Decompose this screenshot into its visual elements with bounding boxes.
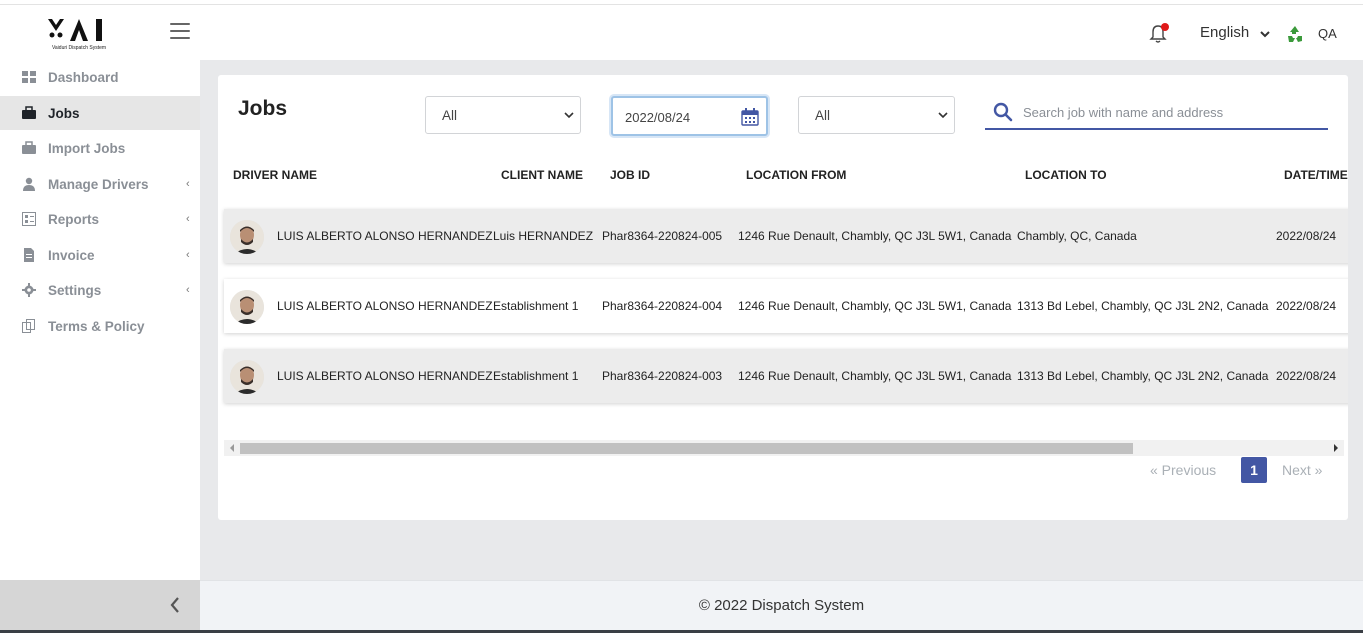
top-header: Vaiduri Dispatch System English QA (0, 5, 1363, 60)
location-from: 1246 Rue Denault, Chambly, QC J3L 5W1, C… (738, 229, 1012, 243)
driver-name: LUIS ALBERTO ALONSO HERNANDEZ (277, 369, 493, 383)
sidebar-item-jobs[interactable]: Jobs (0, 96, 200, 130)
hamburger-menu-icon[interactable] (170, 23, 190, 41)
job-id: Phar8364-220824-005 (602, 229, 723, 243)
column-header-client-name[interactable]: CLIENT NAME (501, 168, 583, 182)
grid-icon (22, 71, 36, 83)
jobs-card: Jobs All 2022/08/24 All Search job with … (218, 75, 1348, 520)
driver-photo-icon (230, 360, 264, 394)
sidebar-item-label: Terms & Policy (48, 318, 145, 334)
sidebar-item-import-jobs[interactable]: Import Jobs (0, 131, 200, 165)
user-name[interactable]: QA (1318, 26, 1337, 41)
sidebar-collapse-bar[interactable] (0, 580, 200, 630)
column-header-driver-name[interactable]: DRIVER NAME (233, 168, 317, 182)
driver-photo-icon (230, 290, 264, 324)
copy-icon (22, 319, 35, 333)
sidebar-item-label: Reports (48, 211, 100, 227)
chevron-left-icon: ‹ (186, 178, 190, 190)
footer: © 2022 Dispatch System (200, 580, 1363, 630)
chevron-down-icon (938, 112, 948, 119)
sidebar-item-reports[interactable]: Reports ‹ (0, 202, 200, 236)
select-value: All (815, 108, 831, 123)
pagination-page-1[interactable]: 1 (1241, 457, 1267, 483)
job-id: Phar8364-220824-004 (602, 299, 723, 313)
table-row[interactable]: LUIS ALBERTO ALONSO HERNANDEZ Establishm… (224, 279, 1348, 333)
driver-avatar (230, 360, 264, 394)
chevron-left-icon[interactable] (168, 595, 182, 615)
briefcase-icon (22, 141, 36, 154)
date-time: 2022/08/24 (1276, 369, 1337, 383)
chevron-left-icon: ‹ (186, 213, 190, 225)
column-header-location-to[interactable]: LOCATION TO (1025, 168, 1107, 182)
date-time: 2022/08/24 (1276, 299, 1337, 313)
scroll-right-icon[interactable] (1332, 443, 1340, 453)
language-selector[interactable]: English (1200, 24, 1249, 41)
client-name: Establishment 1 (493, 299, 579, 313)
sidebar: Dashboard Jobs Import Jobs Manage Driver… (0, 60, 200, 580)
driver-name: LUIS ALBERTO ALONSO HERNANDEZ (277, 299, 493, 313)
logo-mark-icon (48, 19, 102, 41)
sidebar-item-label: Import Jobs (48, 140, 126, 156)
table-row[interactable]: LUIS ALBERTO ALONSO HERNANDEZ Establishm… (224, 349, 1348, 403)
location-from: 1246 Rue Denault, Chambly, QC J3L 5W1, C… (738, 299, 1012, 313)
driver-avatar (230, 290, 264, 324)
notification-dot (1161, 23, 1169, 31)
chevron-down-icon[interactable] (1259, 29, 1271, 39)
job-id: Phar8364-220824-003 (602, 369, 723, 383)
client-name: Establishment 1 (493, 369, 579, 383)
scrollbar-thumb[interactable] (240, 443, 1133, 454)
status-filter-select[interactable]: All (425, 96, 581, 134)
date-value: 2022/08/24 (625, 110, 691, 125)
briefcase-icon (22, 106, 36, 119)
column-header-location-from[interactable]: LOCATION FROM (746, 168, 846, 182)
driver-avatar (230, 220, 264, 254)
footer-copyright: © 2022 Dispatch System (698, 597, 865, 614)
chevron-left-icon: ‹ (186, 249, 190, 261)
driver-photo-icon (230, 220, 264, 254)
scroll-left-icon[interactable] (228, 443, 236, 453)
sidebar-item-settings[interactable]: Settings ‹ (0, 273, 200, 307)
sidebar-item-label: Dashboard (48, 69, 119, 85)
location-to: 1313 Bd Lebel, Chambly, QC J3L 2N2, Cana… (1017, 299, 1269, 313)
user-icon (23, 177, 35, 191)
page-title: Jobs (238, 97, 288, 120)
column-header-job-id[interactable]: JOB ID (610, 168, 650, 182)
date-filter-input[interactable]: 2022/08/24 (611, 96, 768, 136)
column-header-date-time[interactable]: DATE/TIME (1284, 168, 1348, 182)
logo-subtitle: Vaiduri Dispatch System (51, 45, 107, 51)
driver-name: LUIS ALBERTO ALONSO HERNANDEZ (277, 229, 493, 243)
sidebar-item-terms-policy[interactable]: Terms & Policy (0, 309, 200, 343)
location-to: 1313 Bd Lebel, Chambly, QC J3L 2N2, Cana… (1017, 369, 1269, 383)
client-name: Luis HERNANDEZ (493, 229, 594, 243)
gear-icon (22, 283, 36, 297)
date-time: 2022/08/24 (1276, 229, 1337, 243)
chevron-left-icon: ‹ (186, 284, 190, 296)
main-content: Jobs All 2022/08/24 All Search job with … (200, 60, 1363, 580)
sidebar-item-label: Invoice (48, 247, 95, 263)
driver-filter-select[interactable]: All (798, 96, 955, 134)
location-to: Chambly, QC, Canada (1017, 229, 1137, 243)
sidebar-item-dashboard[interactable]: Dashboard (0, 60, 200, 94)
pagination-next[interactable]: Next » (1282, 462, 1322, 488)
select-value: All (442, 108, 458, 123)
chevron-down-icon (564, 112, 574, 119)
search-box (985, 96, 1328, 130)
location-from: 1246 Rue Denault, Chambly, QC J3L 5W1, C… (738, 369, 1012, 383)
search-input[interactable] (1023, 102, 1313, 122)
recycle-icon[interactable] (1284, 23, 1306, 45)
sidebar-item-invoice[interactable]: Invoice ‹ (0, 238, 200, 272)
table-row[interactable]: LUIS ALBERTO ALONSO HERNANDEZ Luis HERNA… (224, 209, 1348, 263)
document-icon (24, 248, 34, 262)
sidebar-item-label: Manage Drivers (48, 176, 149, 192)
calendar-icon[interactable] (741, 108, 759, 126)
search-icon[interactable] (993, 102, 1013, 122)
pagination-previous[interactable]: « Previous (1150, 462, 1216, 488)
jobs-table: DRIVER NAME CLIENT NAME JOB ID LOCATION … (218, 155, 1348, 440)
report-icon (22, 212, 36, 226)
horizontal-scrollbar[interactable] (224, 440, 1344, 456)
sidebar-item-label: Settings (48, 282, 102, 298)
sidebar-item-label: Jobs (48, 105, 80, 121)
sidebar-item-manage-drivers[interactable]: Manage Drivers ‹ (0, 167, 200, 201)
app-logo[interactable]: Vaiduri Dispatch System (44, 15, 114, 55)
